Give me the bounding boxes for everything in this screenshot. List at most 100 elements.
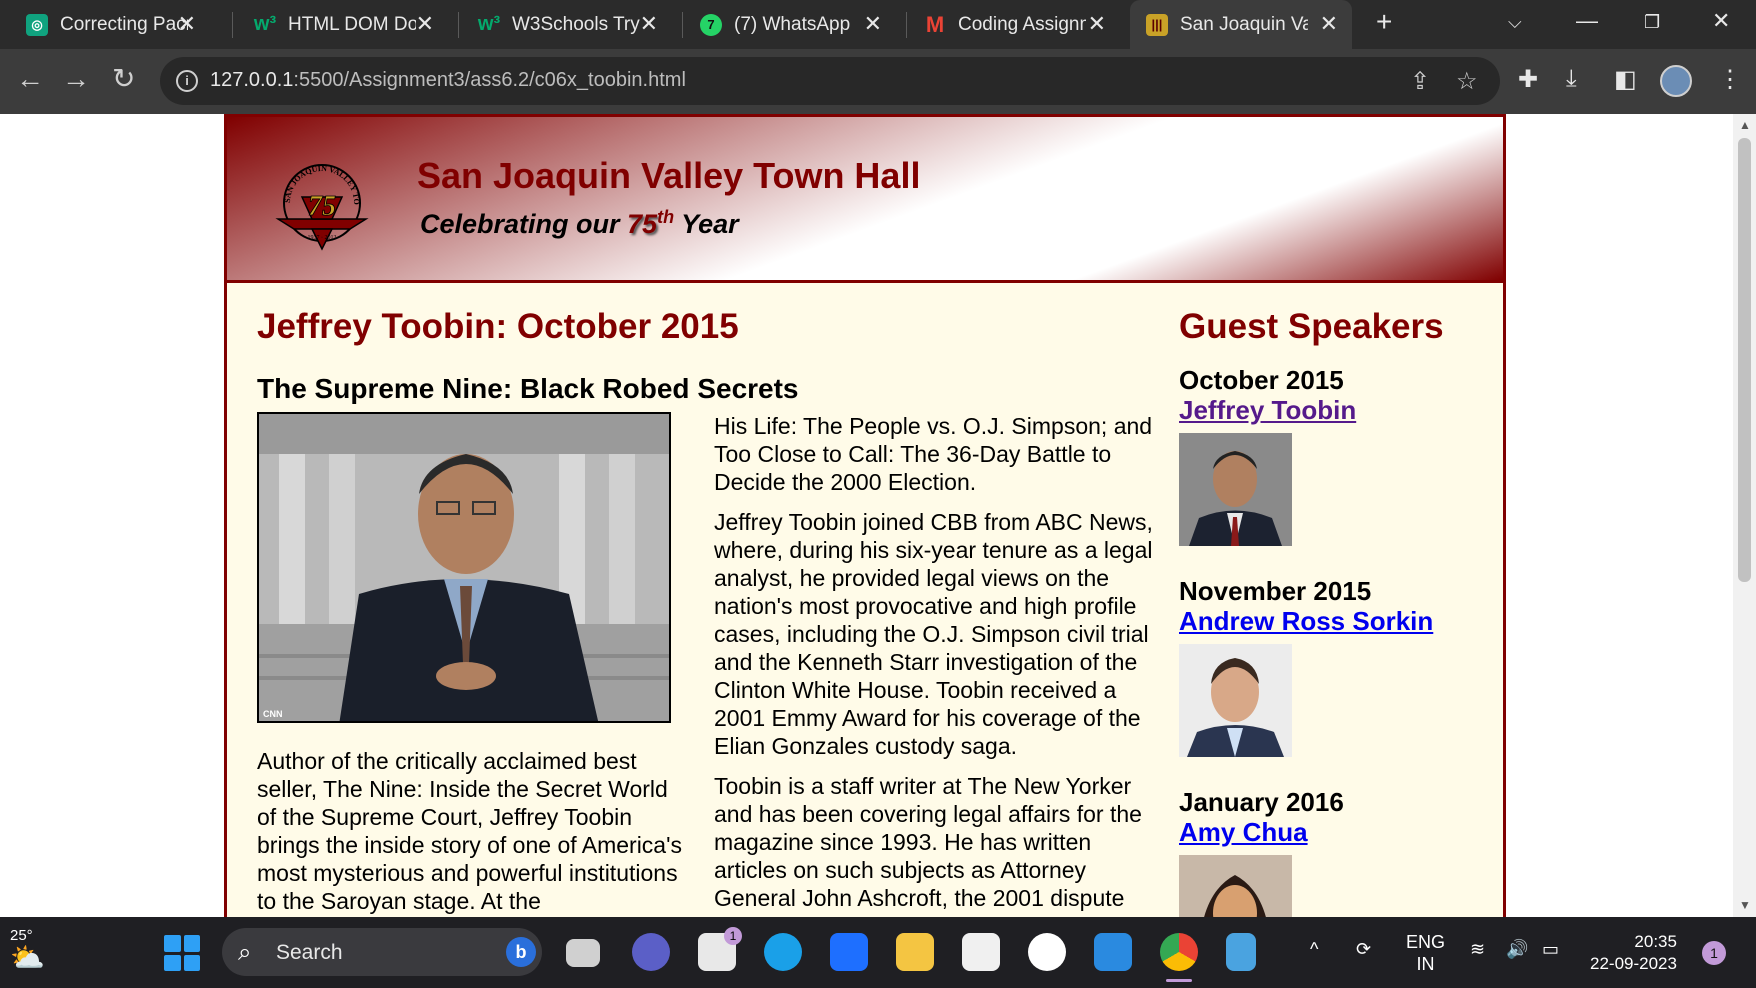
vscode-icon[interactable] xyxy=(1094,933,1132,971)
menu-kebab-icon[interactable]: ⋮ xyxy=(1718,65,1742,94)
file-explorer-icon[interactable] xyxy=(896,933,934,971)
site-title: San Joaquin Valley Town Hall xyxy=(417,155,921,196)
site-header: 75 1937 · 2012 SAN JOAQUIN VALLEY TOWN H… xyxy=(227,117,1503,283)
active-app-indicator xyxy=(1166,979,1192,982)
battery-icon[interactable]: ▭ xyxy=(1542,939,1559,960)
w3schools-icon: w³ xyxy=(253,13,277,35)
edge-icon[interactable] xyxy=(764,933,802,971)
reload-icon[interactable]: ↻ xyxy=(112,61,135,97)
tab-gmail[interactable]: M Coding Assignm ✕ xyxy=(896,0,1120,49)
left-column: CNN Author of the critically acclaimed b… xyxy=(257,412,687,915)
chatgpt-icon: ◎ xyxy=(26,13,48,36)
speaker-item: November 2015 Andrew Ross Sorkin xyxy=(1179,576,1489,757)
photo-watermark: CNN xyxy=(263,709,283,719)
page-container: 75 1937 · 2012 SAN JOAQUIN VALLEY TOWN H… xyxy=(224,114,1506,917)
town-hall-logo: 75 1937 · 2012 SAN JOAQUIN VALLEY TOWN H… xyxy=(272,157,369,251)
page-title: Jeffrey Toobin: October 2015 xyxy=(257,307,739,346)
close-window-icon[interactable]: ✕ xyxy=(1712,8,1730,34)
site-info-icon[interactable]: i xyxy=(176,70,198,92)
wifi-icon[interactable]: ≋ xyxy=(1470,939,1485,960)
extensions-puzzle-icon[interactable]: ✚ xyxy=(1518,65,1538,94)
scrollbar-thumb[interactable] xyxy=(1738,138,1751,582)
start-button[interactable] xyxy=(164,935,200,971)
tab-close-icon[interactable]: ✕ xyxy=(1320,13,1338,35)
weather-widget[interactable]: 25° ⛅ xyxy=(10,927,45,972)
weather-cloud-sun-icon: ⛅ xyxy=(10,942,45,973)
tab-title: Correcting Pacm xyxy=(60,13,188,35)
site-tagline: Celebrating our 75th Year xyxy=(420,207,739,239)
tab-close-icon[interactable]: ✕ xyxy=(864,13,882,35)
notification-badge[interactable]: 1 xyxy=(1702,941,1726,965)
whatsapp-badge: 7 xyxy=(707,17,715,32)
windows-taskbar: 25° ⛅ ⌕ Search b 1 ^ ⟳ ENG IN ≋ 🔊 ▭ 20:35… xyxy=(0,917,1756,988)
microsoft-store-icon[interactable]: 1 xyxy=(698,927,742,971)
bio-paragraph-1: Author of the critically acclaimed best … xyxy=(257,748,682,914)
svg-text:75: 75 xyxy=(308,191,336,222)
tab-close-icon[interactable]: ✕ xyxy=(178,13,196,35)
speaker-thumbnail xyxy=(1179,855,1292,917)
tab-whatsapp[interactable]: 7 (7) WhatsApp ✕ xyxy=(672,0,896,49)
chrome-icon[interactable] xyxy=(1160,933,1198,971)
amazon-icon[interactable] xyxy=(962,933,1000,971)
url-text: 127.0.0.1:5500/Assignment3/ass6.2/c06x_t… xyxy=(210,69,686,91)
tab-search-chevron-icon[interactable]: ⌵ xyxy=(1508,12,1522,33)
download-icon[interactable]: ⤓ xyxy=(1566,65,1577,93)
sync-icon[interactable]: ⟳ xyxy=(1356,939,1371,960)
scroll-down-arrow-icon[interactable]: ▼ xyxy=(1739,898,1751,912)
tab-san-joaquin[interactable]: ||| San Joaquin Vall ✕ xyxy=(1130,0,1352,49)
forward-arrow-icon[interactable]: → xyxy=(62,61,90,97)
search-placeholder: Search xyxy=(276,941,343,964)
speaker-item: October 2015 Jeffrey Toobin xyxy=(1179,365,1489,546)
speaker-thumbnail xyxy=(1179,433,1292,546)
search-icon: ⌕ xyxy=(238,939,252,966)
dropbox-icon[interactable] xyxy=(830,933,868,971)
sidebar-title: Guest Speakers xyxy=(1179,307,1444,346)
speaker-link-chua[interactable]: Amy Chua xyxy=(1179,817,1489,847)
teams-chat-icon[interactable] xyxy=(632,933,670,971)
tab-close-icon[interactable]: ✕ xyxy=(1088,13,1106,35)
back-arrow-icon[interactable]: ← xyxy=(16,61,44,97)
page-viewport: 75 1937 · 2012 SAN JOAQUIN VALLEY TOWN H… xyxy=(0,114,1733,917)
bookmark-star-icon[interactable]: ☆ xyxy=(1456,67,1478,96)
speaker-thumbnail xyxy=(1179,644,1292,757)
task-view-icon[interactable] xyxy=(566,939,600,967)
tab-chatgpt[interactable]: ◎ Correcting Pacm ✕ xyxy=(0,0,210,49)
address-bar[interactable]: i 127.0.0.1:5500/Assignment3/ass6.2/c06x… xyxy=(160,57,1500,105)
new-tab-button[interactable]: + xyxy=(1376,6,1392,38)
tab-title: W3Schools Tryit xyxy=(512,13,640,35)
minimize-icon[interactable]: — xyxy=(1576,8,1598,34)
system-clock[interactable]: 20:35 22-09-2023 xyxy=(1590,931,1677,975)
volume-icon[interactable]: 🔊 xyxy=(1506,939,1528,960)
speaker-month: November 2015 xyxy=(1179,576,1372,606)
restore-icon[interactable]: ❐ xyxy=(1644,12,1660,33)
svg-text:1937 · 2012: 1937 · 2012 xyxy=(308,235,337,241)
github-icon[interactable] xyxy=(1028,933,1066,971)
speaker-link-toobin[interactable]: Jeffrey Toobin xyxy=(1179,395,1489,425)
tab-title: Coding Assignm xyxy=(958,13,1086,35)
profile-avatar[interactable] xyxy=(1660,65,1692,97)
speaker-item: January 2016 Amy Chua xyxy=(1179,787,1489,917)
gmail-icon: M xyxy=(925,11,945,37)
page-scrollbar[interactable]: ▲ ▼ xyxy=(1733,114,1756,917)
notepad-icon[interactable] xyxy=(1226,933,1256,971)
bing-icon[interactable]: b xyxy=(506,937,536,967)
taskbar-search[interactable]: ⌕ Search b xyxy=(222,928,542,976)
show-hidden-icons-chevron-icon[interactable]: ^ xyxy=(1310,939,1318,960)
tab-title: (7) WhatsApp xyxy=(734,13,851,35)
tab-html-dom[interactable]: w³ HTML DOM Doc ✕ xyxy=(224,0,448,49)
tab-close-icon[interactable]: ✕ xyxy=(640,13,658,35)
tab-close-icon[interactable]: ✕ xyxy=(416,13,434,35)
share-icon[interactable]: ⇪ xyxy=(1410,67,1430,96)
w3schools-icon: w³ xyxy=(477,13,501,35)
bio-paragraph-3: Jeffrey Toobin joined CBB from ABC News,… xyxy=(714,509,1153,759)
store-badge: 1 xyxy=(724,927,742,945)
input-language[interactable]: ENG IN xyxy=(1406,931,1445,975)
speaker-link-sorkin[interactable]: Andrew Ross Sorkin xyxy=(1179,606,1489,636)
side-panel-icon[interactable]: ◧ xyxy=(1614,65,1637,94)
scroll-up-arrow-icon[interactable]: ▲ xyxy=(1739,118,1751,132)
whatsapp-icon: 7 xyxy=(700,13,722,36)
speaker-photo: CNN xyxy=(257,412,671,723)
bio-paragraph-2: His Life: The People vs. O.J. Simpson; a… xyxy=(714,413,1153,495)
bio-paragraph-4: Toobin is a staff writer at The New York… xyxy=(714,773,1142,911)
tab-w3schools-tryit[interactable]: w³ W3Schools Tryit ✕ xyxy=(448,0,672,49)
